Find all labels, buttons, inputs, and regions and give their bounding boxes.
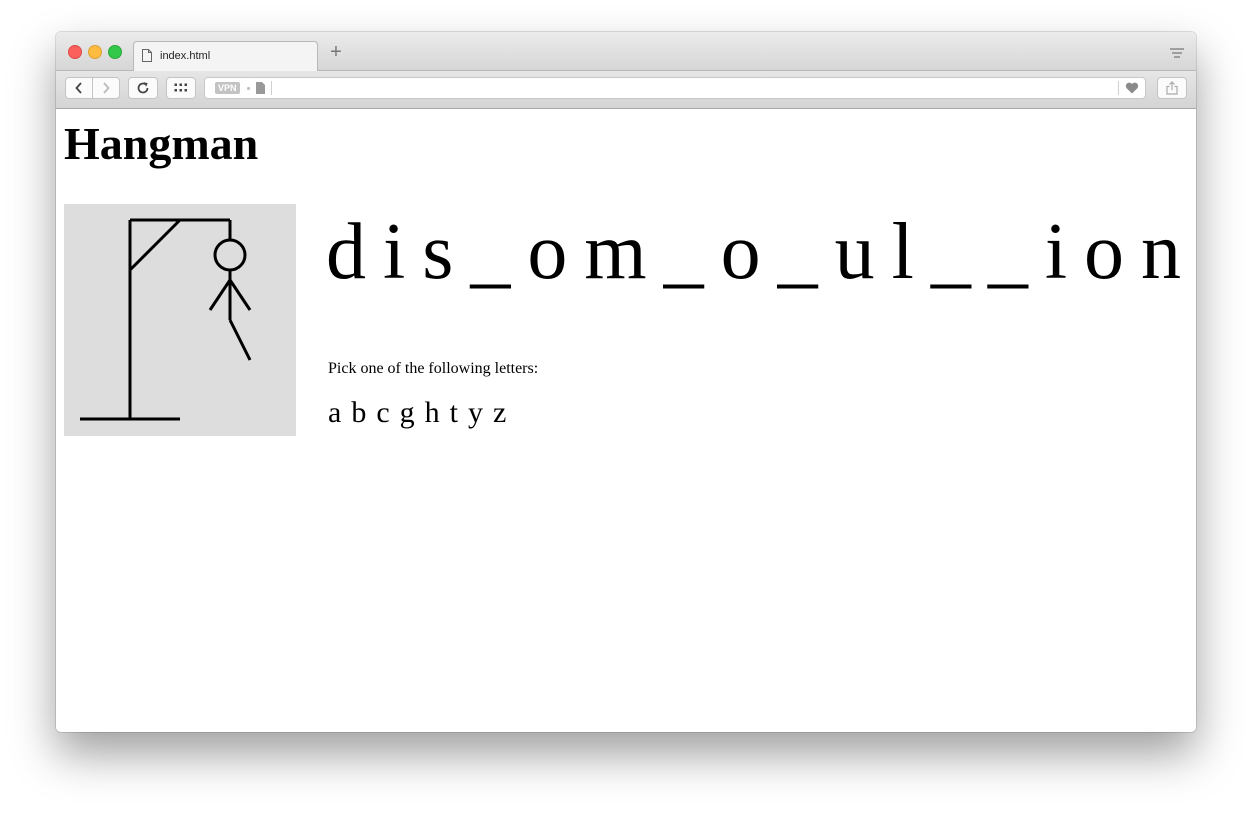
separator-dot — [247, 87, 250, 90]
back-button[interactable] — [65, 77, 93, 99]
grid-icon — [174, 83, 187, 92]
gallows-figure-icon — [80, 218, 252, 421]
letter-button-a[interactable]: a — [328, 396, 341, 430]
tab-overview-icon[interactable] — [1170, 47, 1184, 59]
title-bar: index.html + — [56, 32, 1196, 71]
letter-button-b[interactable]: b — [351, 396, 366, 430]
chevron-left-icon — [75, 82, 82, 94]
browser-tab[interactable]: index.html — [133, 41, 318, 71]
share-icon — [1166, 81, 1178, 95]
share-button[interactable] — [1157, 77, 1187, 99]
forward-button[interactable] — [92, 77, 120, 99]
page-content: Hangman dis_om_o_ul__ion Pick one of the… — [56, 109, 1196, 732]
top-sites-button[interactable] — [166, 77, 196, 99]
letter-button-c[interactable]: c — [376, 396, 389, 430]
tab-title: index.html — [160, 50, 211, 62]
reload-icon — [137, 82, 149, 94]
letter-choices: abcghtyz — [328, 396, 516, 430]
vpn-badge[interactable]: VPN — [215, 82, 240, 94]
maximize-window-button[interactable] — [108, 45, 122, 59]
minimize-window-button[interactable] — [88, 45, 102, 59]
reload-button[interactable] — [128, 77, 158, 99]
heart-icon[interactable] — [1125, 81, 1139, 95]
chevron-right-icon — [103, 82, 110, 94]
letter-button-z[interactable]: z — [493, 396, 506, 430]
browser-window: index.html + VPN Hangman dis_om_o_ul__io… — [56, 32, 1196, 732]
letter-button-y[interactable]: y — [468, 396, 483, 430]
new-tab-button[interactable]: + — [326, 42, 346, 62]
url-divider — [271, 81, 272, 95]
word-display: dis_om_o_ul__ion — [326, 208, 1196, 296]
letter-button-g[interactable]: g — [400, 396, 415, 430]
address-bar[interactable]: VPN — [204, 77, 1146, 99]
page-document-icon — [256, 82, 265, 94]
document-icon — [142, 49, 152, 62]
letter-prompt: Pick one of the following letters: — [328, 360, 539, 377]
close-window-button[interactable] — [68, 45, 82, 59]
letter-button-h[interactable]: h — [425, 396, 440, 430]
favorites-divider — [1118, 81, 1119, 95]
browser-toolbar: VPN — [56, 71, 1196, 109]
hangman-drawing — [64, 204, 296, 436]
letter-button-t[interactable]: t — [450, 396, 458, 430]
page-title: Hangman — [64, 118, 259, 169]
